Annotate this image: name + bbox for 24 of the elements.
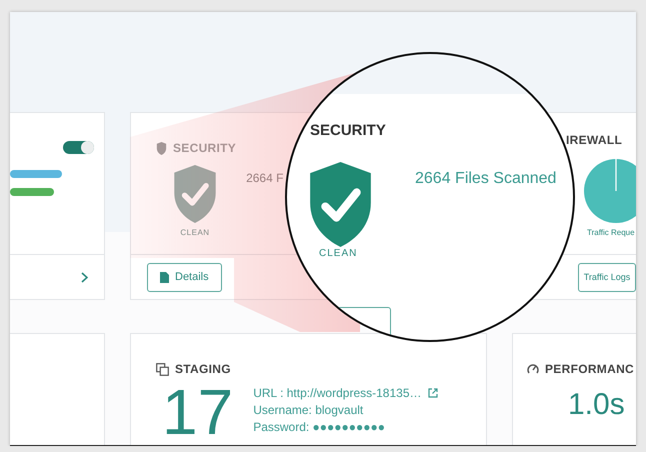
- card-title: STAGING: [175, 362, 231, 376]
- card-title: IREWALL: [566, 133, 624, 147]
- password-text: Password: ●●●●●●●●●●: [253, 420, 386, 434]
- staging-icon: [156, 362, 169, 376]
- chevron-right-icon[interactable]: [81, 272, 88, 282]
- card-title: SECURITY: [173, 141, 236, 155]
- files-scanned-text: 2664 F: [246, 171, 284, 185]
- gauge-icon: [527, 363, 539, 375]
- card-title: PERFORMANC: [545, 362, 634, 376]
- performance-value: 1.0s: [568, 388, 626, 422]
- details-button[interactable]: Details: [147, 262, 222, 292]
- external-link-icon[interactable]: [428, 388, 438, 398]
- toggle-switch[interactable]: [63, 141, 94, 154]
- staging-url-link[interactable]: URL : http://wordpress-18135…: [253, 386, 422, 400]
- username-text: Username: blogvault: [253, 403, 364, 417]
- staging-count: 17: [162, 382, 234, 442]
- chart-label: Traffic Reque: [587, 228, 635, 237]
- status-label: CLEAN: [319, 248, 358, 259]
- card-title: SECURITY: [310, 122, 386, 139]
- shield-check-icon: [307, 162, 374, 247]
- files-scanned-text: 2664 Files Scanned: [415, 170, 556, 188]
- traffic-logs-button[interactable]: Traffic Logs: [578, 262, 636, 292]
- status-label: CLEAN: [180, 228, 210, 237]
- document-icon: [160, 272, 169, 282]
